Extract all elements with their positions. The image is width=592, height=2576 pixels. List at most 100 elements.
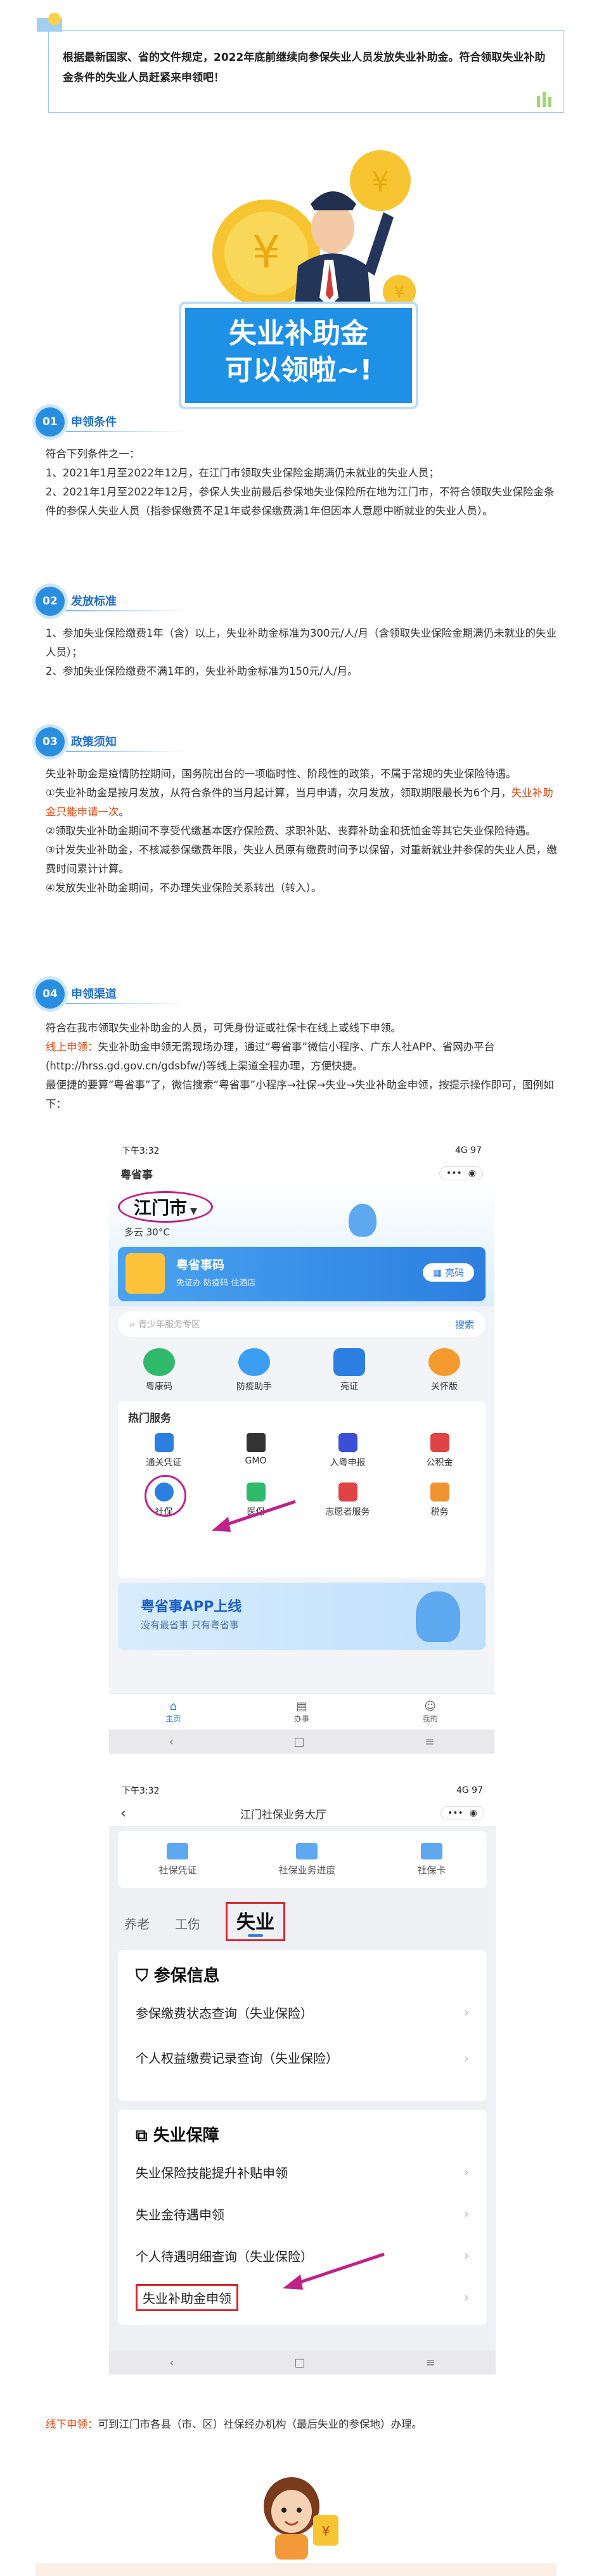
menu-row[interactable]: 个人权益缴费记录查询（失业保险） ›	[118, 2033, 487, 2084]
service-item[interactable]: GMO	[210, 1433, 302, 1469]
menu-row[interactable]: 失业保险技能提升补贴申领 ›	[118, 2151, 487, 2193]
paragraph: 符合下列条件之一：	[46, 448, 140, 460]
bottom-tabbar: ⌂ 主页 ▤ 办事 ☺ 我的	[109, 1693, 494, 1730]
highlight-circle	[145, 1475, 186, 1517]
mini-program-capsule[interactable]: ••• ◉	[439, 1166, 483, 1180]
more-icon[interactable]: •••	[447, 1808, 463, 1818]
top-icon-assistant[interactable]: 防疫助手	[213, 1348, 295, 1393]
chevron-right-icon: ›	[464, 2164, 469, 2179]
arrow-pointer	[212, 1500, 296, 1532]
tax-icon	[430, 1482, 449, 1502]
calendar-icon: ▤	[296, 1700, 307, 1713]
tab-injury[interactable]: 工伤	[175, 1914, 200, 1941]
svg-text:¥: ¥	[394, 283, 405, 302]
code-card[interactable]: 粤省事码 免证办 防疫码 住酒店 ▦ 亮码	[118, 1247, 486, 1301]
service-item[interactable]: 通关凭证	[118, 1433, 210, 1469]
top-icon-health-code[interactable]: 粤康码	[118, 1348, 200, 1393]
city-selector[interactable]: 江门市 ▼	[118, 1191, 213, 1223]
close-icon[interactable]: ◉	[470, 1808, 477, 1818]
hot-services-title: 热门服务	[128, 1412, 171, 1425]
section-underline	[66, 1003, 186, 1004]
menu-icon[interactable]: ≡	[425, 1735, 434, 1749]
more-icon[interactable]: •••	[446, 1168, 462, 1178]
footer-band	[35, 2563, 557, 2576]
offline-label: 线下申领：	[46, 2418, 98, 2430]
app-name: 粤省事	[120, 1168, 153, 1182]
home-icon: ⌂	[169, 1700, 177, 1713]
search-bar[interactable]: ⌕ 青少年服务专区 搜索	[118, 1311, 486, 1337]
shield-icon: ⛉	[136, 1967, 154, 1986]
icon-label: 粤康码	[146, 1382, 172, 1392]
heart-icon	[428, 1348, 460, 1376]
user-icon: ☺	[424, 1700, 437, 1713]
home-button-icon[interactable]: □	[294, 1735, 305, 1749]
show-code-button[interactable]: ▦ 亮码	[423, 1263, 474, 1282]
insurance-info-card: ⛉ 参保信息 参保缴费状态查询（失业保险） › 个人权益缴费记录查询（失业保险） ›	[118, 1950, 487, 2101]
top-icon-show-cert[interactable]: 亮证	[308, 1348, 390, 1393]
group-title: 失业保障	[153, 2126, 219, 2145]
service-item[interactable]: 税务	[394, 1482, 486, 1518]
section-2-body: 1、参加失业保险缴费1年（含）以上，失业补助金标准为300元/人/月（含领取失业…	[46, 624, 560, 681]
arrow-pointer	[283, 2252, 385, 2290]
paragraph: 1、2021年1月至2022年12月，在江门市领取失业保险金期满仍未就业的失业人…	[46, 467, 439, 479]
menu-row[interactable]: 参保缴费状态查询（失业保险） ›	[118, 1991, 487, 2033]
cloud-icon	[238, 1348, 270, 1376]
nav-bar: ‹ 江门社保业务大厅 ••• ◉	[109, 1801, 496, 1826]
service-label: 入粤申报	[330, 1458, 366, 1468]
paragraph-text: 。	[119, 806, 130, 818]
quick-link-label: 社保凭证	[158, 1864, 197, 1876]
tab-home[interactable]: ⌂ 主页	[165, 1700, 181, 1724]
icon-label: 防疫助手	[236, 1382, 272, 1392]
offline-paragraph: 线下申领：可到江门市各县（市、区）社保经办机构（最后失业的参保地）办理。	[46, 2415, 560, 2434]
hero-line-2: 可以领啦~!	[224, 354, 373, 386]
tab-services[interactable]: ▤ 办事	[294, 1700, 309, 1724]
tab-label: 办事	[293, 1714, 309, 1723]
home-button-icon[interactable]: □	[295, 2356, 306, 2369]
service-item[interactable]: 公积金	[394, 1433, 486, 1469]
section-1-body: 符合下列条件之一： 1、2021年1月至2022年12月，在江门市领取失业保险金…	[46, 445, 560, 521]
phone-screenshot-social-security: 下午3:32 4G 97 ‹ 江门社保业务大厅 ••• ◉ 社保凭证 社保业务进度…	[109, 1780, 496, 2375]
tab-unemployment[interactable]: 失业	[226, 1902, 285, 1941]
card-icon	[333, 1348, 365, 1376]
weather: 多云 30°C	[124, 1227, 170, 1238]
section-number: 04	[35, 979, 65, 1009]
intro-text: 根据最新国家、省的文件规定，2022年底前继续向参保失业人员发放失业补助金。符合…	[63, 51, 546, 84]
service-item[interactable]: 志愿者服务	[302, 1482, 394, 1518]
promo-banner[interactable]: 粤省事APP上线 没有最省事 只有粤省事	[118, 1583, 486, 1650]
hero-title-box: 失业补助金 可以领啦~!	[181, 304, 416, 407]
tab-mine[interactable]: ☺ 我的	[423, 1700, 438, 1724]
service-item[interactable]: 入粤申报	[302, 1433, 394, 1469]
nav-bar: 粤省事 ••• ◉	[109, 1161, 494, 1186]
mini-program-capsule[interactable]: ••• ◉	[441, 1806, 484, 1820]
paragraph: 2、2021年1月至2022年12月，参保人失业前最后参保地失业保险所在地为江门…	[46, 486, 555, 517]
back-icon[interactable]: ‹	[169, 1735, 174, 1749]
chevron-down-icon: ▼	[190, 1206, 197, 1216]
card-icon	[420, 1842, 442, 1859]
service-item-social-security[interactable]: 社保	[118, 1475, 210, 1518]
certificate-icon	[167, 1842, 189, 1859]
paragraph: ③计发失业补助金，不核减参保缴费年限，失业人员原有缴费时间予以保留，对重新就业并…	[46, 844, 557, 875]
quick-link[interactable]: 社保业务进度	[278, 1842, 336, 1877]
svg-text:¥: ¥	[252, 226, 281, 278]
search-button[interactable]: 搜索	[455, 1318, 474, 1331]
menu-row[interactable]: 失业金待遇申领 ›	[118, 2193, 487, 2235]
tab-pension[interactable]: 养老	[124, 1914, 150, 1941]
phone-screenshot-home: 下午3:32 4G 97 粤省事 ••• ◉ 江门市 ▼ 多云 30°C 粤省事码…	[109, 1140, 494, 1754]
back-icon[interactable]: ‹	[169, 2356, 174, 2369]
top-icon-care[interactable]: 关怀版	[403, 1348, 486, 1393]
android-nav-bar: ‹ □ ≡	[109, 2350, 496, 2375]
edit-icon	[338, 1433, 357, 1452]
quick-link[interactable]: 社保卡	[417, 1842, 446, 1877]
chevron-right-icon: ›	[464, 2051, 469, 2066]
chevron-right-icon: ›	[464, 2248, 469, 2263]
quick-link[interactable]: 社保凭证	[158, 1842, 197, 1877]
icon-label: 亮证	[340, 1382, 358, 1392]
online-label: 线上申领：	[46, 1041, 98, 1053]
menu-icon[interactable]: ≡	[426, 2356, 435, 2369]
close-icon[interactable]: ◉	[468, 1168, 476, 1178]
qr-icon: ▦	[433, 1267, 445, 1278]
intro-box: 根据最新国家、省的文件规定，2022年底前继续向参保失业人员发放失业补助金。符合…	[48, 30, 564, 113]
code-title: 粤省事码	[176, 1258, 225, 1272]
footer-mascot-illustration: ¥	[252, 2471, 347, 2560]
back-icon[interactable]: ‹	[120, 1806, 126, 1821]
